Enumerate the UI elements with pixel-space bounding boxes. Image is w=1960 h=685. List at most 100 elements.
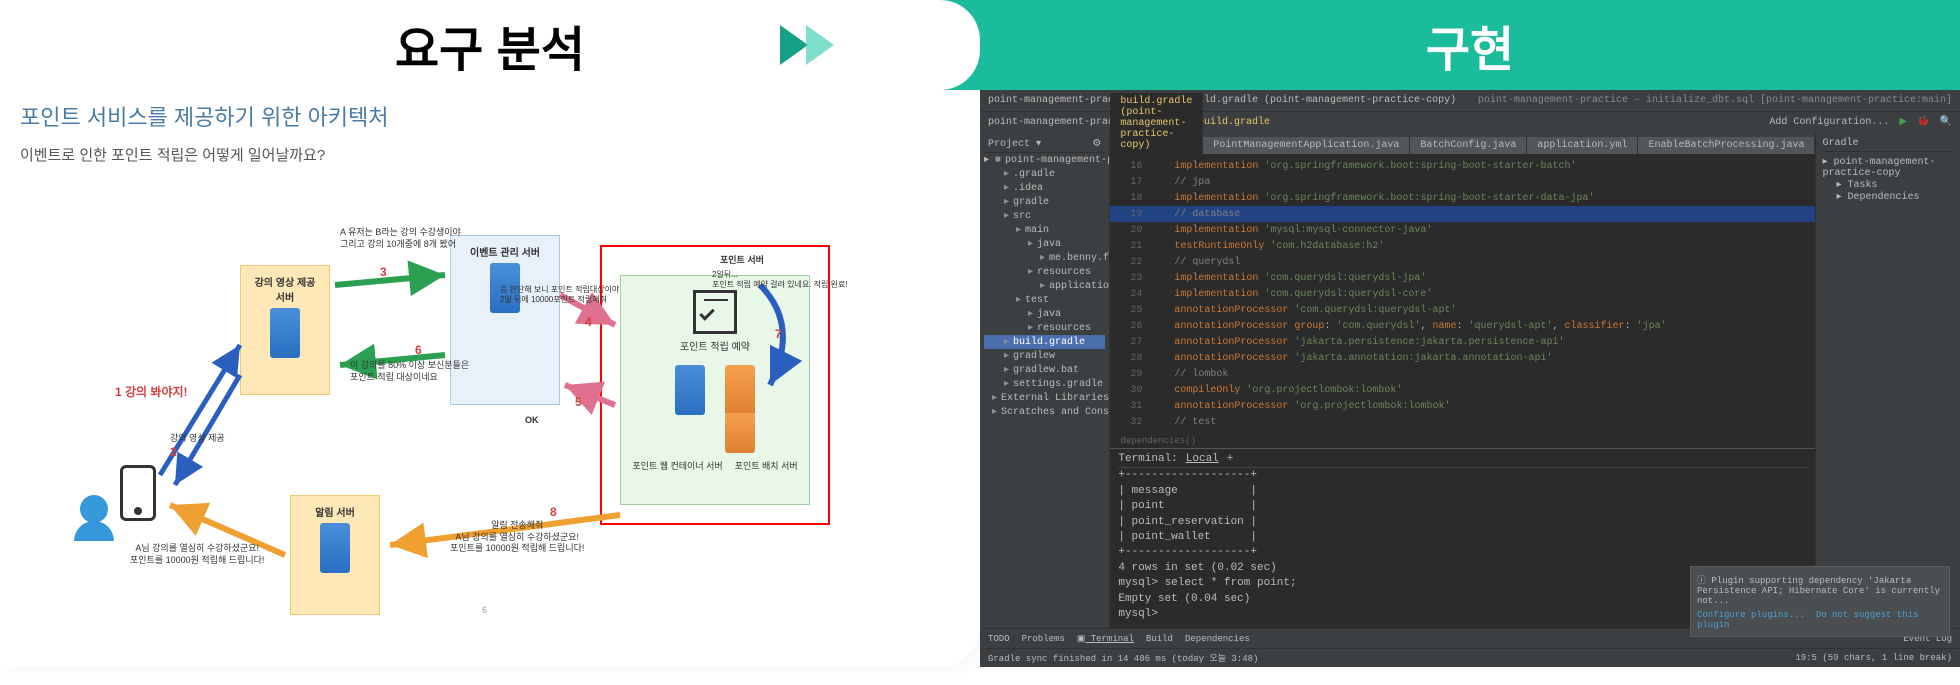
point-web-label: 포인트 웹 컨테이너 서버	[632, 459, 722, 472]
add-config-button[interactable]: Add Configuration...	[1769, 117, 1889, 128]
page-number: 6	[482, 605, 487, 617]
code-line[interactable]: 25 annotationProcessor 'com.querydsl:que…	[1110, 302, 1815, 318]
point-server-label: 포인트 서버	[720, 255, 764, 267]
video-server-label: 강의 영상 제공 서버	[249, 274, 321, 304]
editor-tab[interactable]: PointManagementApplication.java	[1203, 137, 1410, 154]
bottom-tab[interactable]: Dependencies	[1185, 634, 1250, 644]
terminal-local-tab[interactable]: Local	[1186, 453, 1219, 465]
tree-item[interactable]: ▸.idea	[984, 181, 1105, 195]
tree-list[interactable]: ▸ ■point-management-practice-copy ~/Idea…	[984, 153, 1105, 419]
tree-root[interactable]: ▸ ■point-management-practice-copy ~/Idea…	[984, 153, 1105, 167]
diag-step-7: 7	[775, 327, 782, 343]
tree-item[interactable]: ▸Scratches and Consoles	[984, 405, 1105, 419]
tree-item[interactable]: ▸gradlew.bat	[984, 363, 1105, 377]
terminal-line: | message |	[1118, 484, 1807, 499]
code-line[interactable]: 18 implementation 'org.springframework.b…	[1110, 190, 1815, 206]
tree-item[interactable]: ▸resources	[984, 321, 1105, 335]
bottom-tab[interactable]: TODO	[988, 634, 1010, 644]
requirements-panel: 포인트 서비스를 제공하기 위한 아키텍처 이벤트로 인한 포인트 적립은 어떻…	[0, 0, 980, 667]
tree-item[interactable]: ▸gradle	[984, 195, 1105, 209]
code-line[interactable]: 31 annotationProcessor 'org.projectlombo…	[1110, 398, 1815, 414]
bottom-tab[interactable]: Build	[1146, 634, 1173, 644]
diagram-subtitle: 이벤트로 인한 포인트 적립은 어떻게 일어날까요?	[20, 144, 960, 165]
run-icon[interactable]: ▶	[1899, 116, 1907, 128]
tree-item[interactable]: ▸External Libraries	[984, 391, 1105, 405]
diag-step-3: 3	[380, 265, 387, 281]
editor-code[interactable]: 16 implementation 'org.springframework.b…	[1110, 154, 1815, 434]
gradle-tree-root[interactable]: ▸ point-management-practice-copy	[1822, 156, 1954, 179]
code-line[interactable]: 20 implementation 'mysql:mysql-connector…	[1110, 222, 1815, 238]
editor-tabs[interactable]: build.gradle (point-management-practice-…	[1110, 132, 1815, 154]
server-icon	[675, 365, 705, 415]
tree-item[interactable]: ▸settings.gradle	[984, 377, 1105, 391]
notif-server-box: 알림 서버	[290, 495, 380, 615]
code-line[interactable]: 19 // database	[1110, 206, 1815, 222]
tree-item[interactable]: ▸.gradle	[984, 167, 1105, 181]
tree-item[interactable]: ▸resources	[984, 265, 1105, 279]
gradle-panel[interactable]: Gradle ▸ point-management-practice-copy …	[1815, 132, 1960, 628]
code-line[interactable]: 17 // jpa	[1110, 174, 1815, 190]
tree-item[interactable]: ▸java	[984, 307, 1105, 321]
arrow-icon	[840, 25, 876, 65]
tree-item[interactable]: ▸src	[984, 209, 1105, 223]
code-line[interactable]: 32 // test	[1110, 414, 1815, 430]
checklist-icon	[693, 290, 737, 334]
add-terminal-icon[interactable]: +	[1227, 453, 1234, 465]
breadcrumb-file[interactable]: build.gradle	[1198, 117, 1270, 128]
code-breadcrumb: dependencies()	[1110, 434, 1815, 448]
status-bar: Gradle sync finished in 14 486 ms (today…	[980, 648, 1960, 667]
diag-step-7-text: 2일뒤... 포인트 적립 예약 걸려 있네요. 적립 완료!	[712, 270, 848, 291]
code-line[interactable]: 21 testRuntimeOnly 'com.h2database:h2'	[1110, 238, 1815, 254]
code-line[interactable]: 16 implementation 'org.springframework.b…	[1110, 158, 1815, 174]
diag-step-2: 강의 영상 제공2	[170, 433, 225, 460]
server-icon	[270, 308, 300, 358]
tree-item[interactable]: ▸java	[984, 237, 1105, 251]
tree-item[interactable]: ▸gradlew	[984, 349, 1105, 363]
terminal-line: | point |	[1118, 499, 1807, 514]
phone-icon	[120, 465, 156, 521]
gradle-item[interactable]: ▸ Tasks	[1822, 179, 1954, 191]
diag-step-3-text: A 유저는 B라는 강의 수강생이야 그리고 강의 10개중에 8개 봤어	[340, 227, 461, 250]
editor-tab[interactable]: BatchConfig.java	[1410, 137, 1527, 154]
event-server-label: 이벤트 관리 서버	[459, 244, 551, 259]
code-line[interactable]: 28 annotationProcessor 'jakarta.annotati…	[1110, 350, 1815, 366]
terminal-line: | point_reservation |	[1118, 515, 1807, 530]
point-batch-label: 포인트 배치 서버	[735, 459, 798, 472]
diag-step-4-text: 음 판단해 보니 포인트 적립대상이야 2일 뒤에 10000포인트 적립해줘	[500, 285, 619, 306]
editor-tab[interactable]: build.gradle (point-management-practice-…	[1110, 93, 1203, 154]
status-sync: Gradle sync finished in 14 486 ms (today…	[988, 651, 1258, 664]
debug-icon[interactable]: 🐞	[1917, 116, 1929, 128]
code-line[interactable]: 22 // querydsl	[1110, 254, 1815, 270]
tree-item[interactable]: ▸main	[984, 223, 1105, 237]
search-icon[interactable]: 🔍	[1940, 116, 1952, 128]
tree-item[interactable]: ▸application.yml	[984, 279, 1105, 293]
gear-icon[interactable]: ⚙	[1092, 138, 1101, 150]
diag-ok: OK	[525, 415, 539, 427]
notif-link-configure[interactable]: Configure plugins...	[1697, 610, 1805, 620]
gradle-item[interactable]: ▸ Dependencies	[1822, 191, 1954, 203]
stack-icon	[725, 413, 755, 453]
bottom-tab[interactable]: Problems	[1022, 634, 1065, 644]
user-icon	[80, 495, 108, 523]
code-line[interactable]: 30 compileOnly 'org.projectlombok:lombok…	[1110, 382, 1815, 398]
code-line[interactable]: 24 implementation 'com.querydsl:querydsl…	[1110, 286, 1815, 302]
bottom-tab[interactable]: ▣ Terminal	[1077, 634, 1134, 644]
notification-popup[interactable]: ⓘ Plugin supporting dependency 'Jakarta …	[1690, 566, 1950, 637]
notif-server-label: 알림 서버	[299, 504, 371, 519]
diag-step-1: 1 강의 봐야지!	[115, 385, 188, 399]
editor-tab[interactable]: EnableBatchProcessing.java	[1638, 137, 1815, 154]
tree-item[interactable]: ▸build.gradle	[984, 335, 1105, 349]
tree-item[interactable]: ▸me.benny.fcp	[984, 251, 1105, 265]
gradle-panel-title: Gradle	[1822, 138, 1954, 152]
code-line[interactable]: 29 // lombok	[1110, 366, 1815, 382]
diag-step-6: 6	[415, 343, 422, 359]
project-panel-label[interactable]: Project ▾	[988, 138, 1041, 150]
arrow-icon	[780, 25, 808, 65]
code-line[interactable]: 27 annotationProcessor 'jakarta.persiste…	[1110, 334, 1815, 350]
editor-tab[interactable]: application.yml	[1527, 137, 1638, 154]
code-line[interactable]: 26 annotationProcessor group: 'com.query…	[1110, 318, 1815, 334]
project-tree[interactable]: Project ▾ ⚙ ▸ ■point-management-practice…	[980, 132, 1110, 628]
tree-item[interactable]: ▸test	[984, 293, 1105, 307]
video-server-box: 강의 영상 제공 서버	[240, 265, 330, 395]
code-line[interactable]: 23 implementation 'com.querydsl:querydsl…	[1110, 270, 1815, 286]
